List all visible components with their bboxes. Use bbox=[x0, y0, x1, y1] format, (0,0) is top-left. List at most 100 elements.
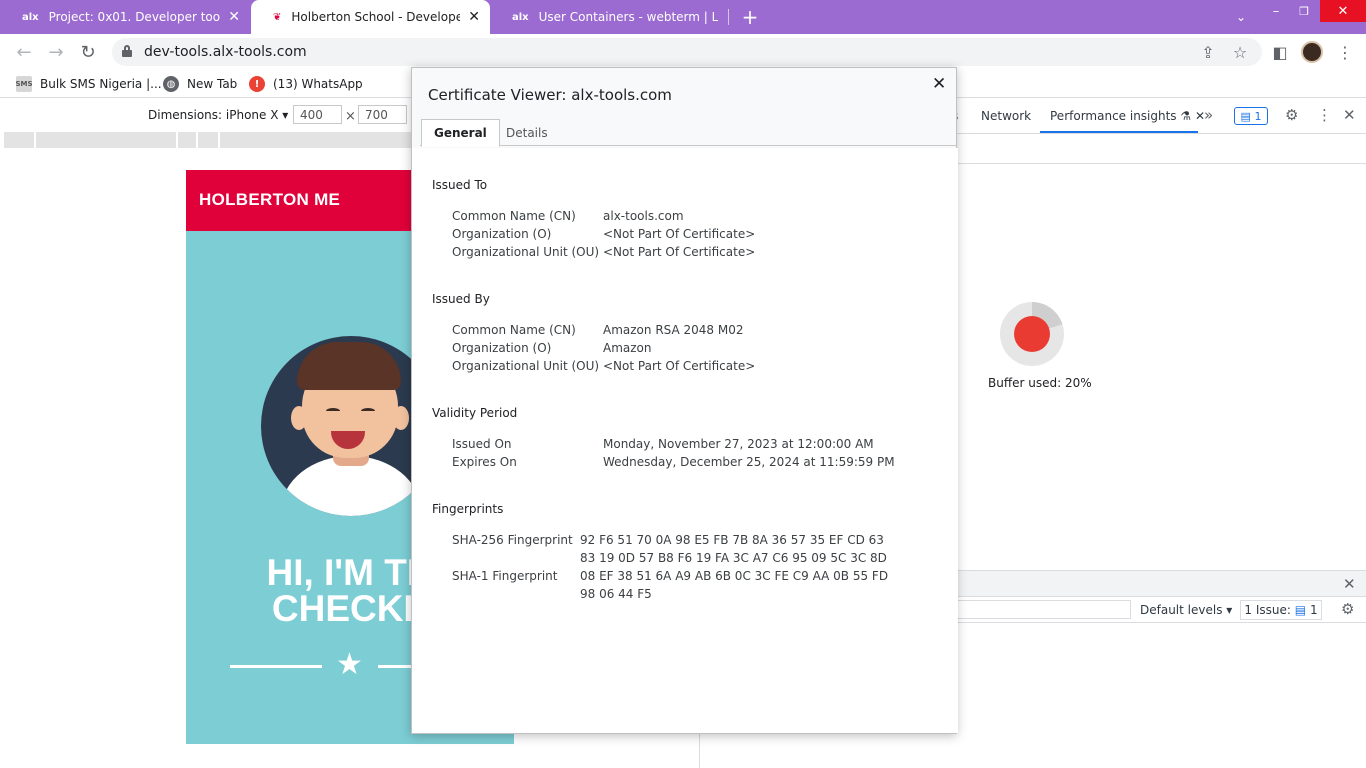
log-levels-dropdown[interactable]: Default levels ▾ bbox=[1140, 603, 1232, 617]
tab-network[interactable]: Network bbox=[981, 109, 1031, 123]
fingerprint-value: 98 06 44 F5 bbox=[580, 587, 652, 601]
flask-icon: ⚗ bbox=[1180, 109, 1192, 123]
buffer-gauge bbox=[1000, 302, 1064, 366]
fingerprint-value: 08 EF 38 51 6A A9 AB 6B 0C 3C FE C9 AA 0… bbox=[580, 569, 889, 583]
more-tabs-icon[interactable]: » bbox=[1204, 106, 1213, 124]
eye-left bbox=[326, 408, 340, 414]
tab-general[interactable]: General bbox=[421, 119, 500, 147]
alx-icon: alx bbox=[512, 11, 529, 23]
sms-icon: SMS bbox=[15, 76, 33, 92]
ruler-divider bbox=[218, 132, 220, 148]
star-icon: ★ bbox=[336, 647, 363, 682]
new-tab-button[interactable]: + bbox=[738, 0, 762, 34]
profile-avatar[interactable] bbox=[1301, 41, 1323, 63]
message-icon: ▤ bbox=[1294, 603, 1307, 617]
tab-title: User Containers - webterm | Lago bbox=[538, 10, 718, 24]
section-heading-fingerprints: Fingerprints bbox=[432, 502, 504, 516]
console-settings-icon[interactable]: ⚙ bbox=[1341, 600, 1354, 618]
tab-holberton-school[interactable]: ❦ Holberton School - Developer to ✕ bbox=[251, 0, 490, 34]
tab-separator bbox=[728, 9, 729, 25]
restore-icon[interactable]: ❐ bbox=[1292, 0, 1316, 22]
tab-details[interactable]: Details bbox=[494, 119, 560, 146]
field-value: Amazon RSA 2048 M02 bbox=[603, 323, 744, 337]
ruler-divider bbox=[34, 132, 36, 148]
reload-icon[interactable]: ↻ bbox=[76, 40, 100, 64]
issues-badge-count: 1 bbox=[1254, 109, 1262, 123]
close-drawer-icon[interactable]: ✕ bbox=[1343, 575, 1356, 593]
bookmark-new-tab[interactable]: ◍ New Tab bbox=[163, 74, 237, 94]
tab-user-containers[interactable]: alx User Containers - webterm | Lago bbox=[490, 0, 728, 34]
browser-toolbar: ← → ↻ dev-tools.alx-tools.com ⇪ ☆ ◧ ⋮ bbox=[0, 34, 1366, 70]
bookmark-star-icon[interactable]: ☆ bbox=[1228, 40, 1252, 64]
settings-icon[interactable]: ⚙ bbox=[1285, 106, 1298, 124]
issues-count-label: 1 Issue: bbox=[1244, 603, 1291, 617]
field-value: <Not Part Of Certificate> bbox=[603, 359, 756, 373]
menu-icon[interactable]: ⋮ bbox=[1333, 40, 1357, 64]
field-label: Organizational Unit (OU) bbox=[452, 359, 600, 373]
holberton-logo-icon: ❦ bbox=[273, 11, 282, 23]
times-sign: × bbox=[345, 109, 356, 124]
field-value: <Not Part Of Certificate> bbox=[603, 245, 756, 259]
more-options-icon[interactable]: ⋮ bbox=[1317, 106, 1332, 124]
field-label: Common Name (CN) bbox=[452, 209, 576, 223]
divider-line-left bbox=[230, 665, 322, 668]
forward-icon[interactable]: → bbox=[44, 40, 68, 64]
back-icon[interactable]: ← bbox=[12, 40, 36, 64]
share-icon[interactable]: ⇪ bbox=[1196, 40, 1220, 64]
issues-badge-button[interactable]: ▤ 1 bbox=[1234, 107, 1268, 125]
tab-performance-insights[interactable]: Performance insights ⚗ ✕ bbox=[1050, 109, 1205, 123]
issues-count-badge: 1 bbox=[1309, 603, 1318, 617]
field-value: Amazon bbox=[603, 341, 652, 355]
width-input[interactable]: 400 bbox=[293, 105, 342, 124]
device-select[interactable]: Dimensions: iPhone X ▾ bbox=[148, 108, 288, 122]
lock-icon bbox=[122, 45, 132, 57]
field-label: Common Name (CN) bbox=[452, 323, 576, 337]
close-devtools-icon[interactable]: ✕ bbox=[1343, 106, 1356, 124]
field-label: Organizational Unit (OU) bbox=[452, 245, 600, 259]
tab-search-icon[interactable]: ⌄ bbox=[1230, 0, 1252, 34]
bookmark-label: New Tab bbox=[187, 77, 238, 91]
minimize-icon[interactable]: – bbox=[1264, 0, 1288, 22]
section-heading-validity: Validity Period bbox=[432, 406, 518, 420]
close-window-icon[interactable]: ✕ bbox=[1320, 0, 1366, 22]
tab-title: Project: 0x01. Developer tools | La bbox=[48, 10, 221, 24]
alert-icon: ! bbox=[249, 76, 265, 92]
field-label: Organization (O) bbox=[452, 341, 552, 355]
field-label: Expires On bbox=[452, 455, 517, 469]
height-input[interactable]: 700 bbox=[358, 105, 407, 124]
tab-strip: alx Project: 0x01. Developer tools | La … bbox=[0, 0, 1366, 34]
message-icon: ▤ bbox=[1240, 109, 1251, 123]
fingerprint-value: 83 19 0D 57 B8 F6 19 FA 3C A7 C6 95 09 5… bbox=[580, 551, 887, 565]
section-heading-issued-to: Issued To bbox=[432, 178, 488, 192]
close-tab-icon[interactable]: ✕ bbox=[228, 9, 240, 25]
record-button[interactable] bbox=[1014, 316, 1050, 352]
side-panel-icon[interactable]: ◧ bbox=[1268, 40, 1292, 64]
tab-label: Performance insights bbox=[1050, 109, 1177, 123]
console-filter-input[interactable] bbox=[956, 600, 1131, 619]
field-value: Wednesday, December 25, 2024 at 11:59:59… bbox=[603, 455, 895, 469]
eye-right bbox=[361, 408, 375, 414]
bookmark-label: (13) WhatsApp bbox=[273, 77, 363, 91]
field-label: Organization (O) bbox=[452, 227, 552, 241]
certificate-general-content: Issued To Common Name (CN) alx-tools.com… bbox=[412, 148, 958, 733]
bookmark-label: Bulk SMS Nigeria |... bbox=[40, 77, 162, 91]
issues-count-button[interactable]: 1 Issue: ▤ 1 bbox=[1240, 600, 1322, 620]
field-value: Monday, November 27, 2023 at 12:00:00 AM bbox=[603, 437, 874, 451]
globe-icon: ◍ bbox=[163, 76, 179, 92]
tab-project-developer-tools[interactable]: alx Project: 0x01. Developer tools | La … bbox=[0, 0, 250, 34]
close-dialog-icon[interactable]: ✕ bbox=[932, 74, 946, 94]
buffer-used-label: Buffer used: 20% bbox=[988, 376, 1092, 390]
bookmark-whatsapp[interactable]: ! (13) WhatsApp bbox=[249, 74, 363, 94]
field-label: SHA-1 Fingerprint bbox=[452, 569, 558, 583]
close-tab-icon[interactable]: ✕ bbox=[468, 9, 480, 25]
bookmark-bulk-sms[interactable]: SMS Bulk SMS Nigeria |... bbox=[15, 74, 162, 94]
certificate-tabs: General Details bbox=[420, 119, 957, 147]
field-value: alx-tools.com bbox=[603, 209, 684, 223]
alx-icon: alx bbox=[22, 11, 39, 23]
brand-logo-text[interactable]: HOLBERTON ME bbox=[199, 190, 340, 210]
hair-shape bbox=[297, 342, 401, 390]
address-bar[interactable]: dev-tools.alx-tools.com bbox=[112, 38, 1262, 66]
active-tab-indicator bbox=[1040, 131, 1198, 133]
certificate-viewer-dialog: Certificate Viewer: alx-tools.com ✕ Gene… bbox=[411, 67, 958, 734]
field-value: <Not Part Of Certificate> bbox=[603, 227, 756, 241]
